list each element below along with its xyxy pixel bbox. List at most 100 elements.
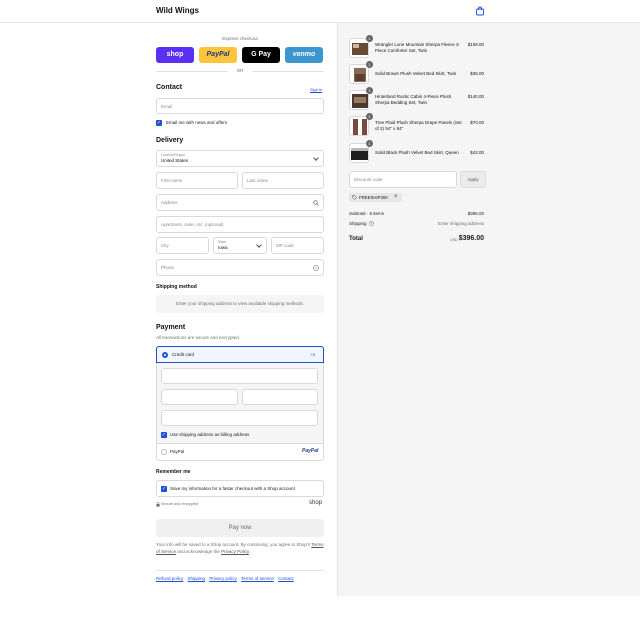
item-name: Hinterland Rustic Cabin 4-Piece Plush Sh…	[375, 94, 452, 105]
newsletter-label: Email me with news and offers	[166, 120, 227, 125]
total-value: $396.00	[458, 235, 484, 242]
shop-logo: shop	[309, 500, 323, 506]
radio-dot	[164, 354, 166, 356]
quantity-badge: 1	[366, 87, 373, 94]
credit-card-label: Credit card	[172, 352, 195, 357]
quantity-badge: 1	[366, 140, 373, 147]
zip-input[interactable]: ZIP code	[271, 237, 324, 254]
item-price: $70.00	[470, 120, 484, 125]
city-input[interactable]: City	[156, 237, 209, 254]
tag-icon	[352, 195, 357, 200]
last-name-input[interactable]: Last name	[242, 172, 324, 189]
item-price: $36.00	[470, 71, 484, 76]
product-thumbnail	[349, 143, 369, 163]
apartment-input[interactable]: Apartment, suite, etc. (optional)	[156, 216, 324, 233]
help-icon[interactable]: ?	[313, 265, 319, 271]
pay-now-button[interactable]: Pay now	[156, 519, 324, 537]
legal-text-3: .	[248, 548, 251, 554]
legal-text-2: and acknowledge the	[177, 548, 220, 554]
credit-card-option[interactable]: Credit card +5	[156, 346, 324, 363]
billing-same-checkbox[interactable]: ✓	[161, 432, 167, 438]
phone-placeholder: Phone	[161, 265, 175, 270]
header: Wild Wings	[0, 0, 640, 23]
legal-text: Your info will be saved to a Shop accoun…	[156, 542, 324, 555]
more-cards-badge: +5	[310, 352, 315, 357]
newsletter-checkbox[interactable]: ✓	[156, 120, 162, 126]
item-price: $108.00	[467, 42, 484, 47]
privacy-policy-footer-link[interactable]: Privacy policy	[209, 576, 237, 581]
paypal-button[interactable]: PayPal	[199, 47, 237, 63]
discount-placeholder: Discount code	[354, 177, 383, 182]
shipping-link[interactable]: Shipping	[188, 576, 206, 581]
first-name-placeholder: First name	[161, 178, 183, 183]
search-icon	[313, 200, 319, 206]
chevron-down-icon	[256, 242, 262, 248]
privacy-policy-link[interactable]: Privacy Policy	[221, 549, 249, 554]
discount-tag: FREESHIP300 ×	[349, 193, 402, 202]
shop-pay-button[interactable]: shop	[156, 47, 194, 63]
svg-text:?: ?	[315, 266, 317, 270]
address-placeholder: Address	[161, 200, 178, 205]
product-thumbnail	[349, 116, 369, 136]
paypal-option-label[interactable]: PayPal	[170, 449, 184, 454]
remove-discount-icon[interactable]: ×	[394, 194, 398, 200]
phone-input[interactable]: Phone ?	[156, 259, 324, 276]
store-name[interactable]: Wild Wings	[156, 6, 199, 15]
divider	[156, 443, 324, 444]
paypal-radio[interactable]	[161, 449, 167, 455]
apply-discount-button[interactable]: Apply	[460, 171, 486, 188]
state-label: State	[218, 240, 227, 244]
shopping-bag-icon[interactable]	[475, 6, 485, 16]
state-select[interactable]: State Iowa	[213, 237, 267, 254]
help-icon[interactable]: ?	[369, 221, 374, 226]
legal-text-1: Your info will be saved to a Shop accoun…	[156, 542, 311, 547]
currency-code: USD	[450, 238, 459, 242]
item-name: Solid Brown Plush Velvet Bed Skirt, Twin	[375, 71, 457, 76]
divider	[252, 71, 324, 72]
item-price: $42.00	[470, 150, 484, 155]
express-checkout-label: Express checkout	[222, 36, 258, 41]
name-on-card-input[interactable]	[161, 410, 318, 426]
quantity-badge: 1	[366, 61, 373, 68]
email-input[interactable]: Email	[156, 98, 324, 114]
sign-in-link[interactable]: Sign in	[310, 87, 322, 92]
security-code-input[interactable]	[242, 389, 318, 405]
address-input[interactable]: Address	[156, 194, 324, 211]
secure-label: Secure and encrypted	[161, 502, 199, 506]
apartment-placeholder: Apartment, suite, etc. (optional)	[161, 222, 224, 227]
contact-link[interactable]: Contact	[278, 576, 294, 581]
delivery-title: Delivery	[156, 137, 184, 144]
venmo-button[interactable]: venmo	[285, 47, 323, 63]
first-name-input[interactable]: First name	[156, 172, 238, 189]
discount-code-input[interactable]: Discount code	[349, 171, 457, 188]
email-placeholder: Email	[161, 104, 173, 109]
lock-icon	[156, 502, 160, 507]
quantity-badge: 1	[366, 35, 373, 42]
google-pay-button[interactable]: G Pay	[242, 47, 280, 63]
shipping-value: Enter shipping address	[437, 221, 484, 226]
product-thumbnail	[349, 38, 369, 58]
order-summary	[337, 23, 640, 596]
expiration-input[interactable]	[161, 389, 238, 405]
card-number-input[interactable]	[161, 368, 318, 384]
discount-code-label: FREESHIP300	[359, 195, 388, 200]
divider	[156, 71, 228, 72]
product-thumbnail	[349, 64, 369, 84]
item-price: $140.00	[467, 94, 484, 99]
or-separator: OR	[236, 68, 244, 73]
country-value: United States	[161, 158, 189, 163]
shipping-method-message: Enter your shipping address to view avai…	[156, 295, 324, 313]
chevron-down-icon	[313, 155, 319, 161]
terms-of-service-footer-link[interactable]: Terms of service	[241, 576, 274, 581]
total-label: Total	[349, 236, 363, 242]
country-select[interactable]: Country/Region United States	[156, 150, 324, 167]
zip-placeholder: ZIP code	[276, 243, 294, 248]
shipping-method-title: Shipping method	[156, 284, 197, 290]
subtotal-label: Subtotal · 5 items	[349, 211, 385, 216]
item-name: Tree Plaid Plush Sherpa Drape Panels (Se…	[375, 120, 462, 131]
item-name: Wrangler Lone Mountain Sherpa Fleece 3-P…	[375, 42, 460, 53]
svg-text:?: ?	[371, 222, 373, 226]
save-info-checkbox[interactable]: ✓	[161, 486, 167, 492]
payment-subtitle: All transactions are secure and encrypte…	[156, 335, 241, 340]
refund-policy-link[interactable]: Refund policy	[156, 576, 183, 581]
